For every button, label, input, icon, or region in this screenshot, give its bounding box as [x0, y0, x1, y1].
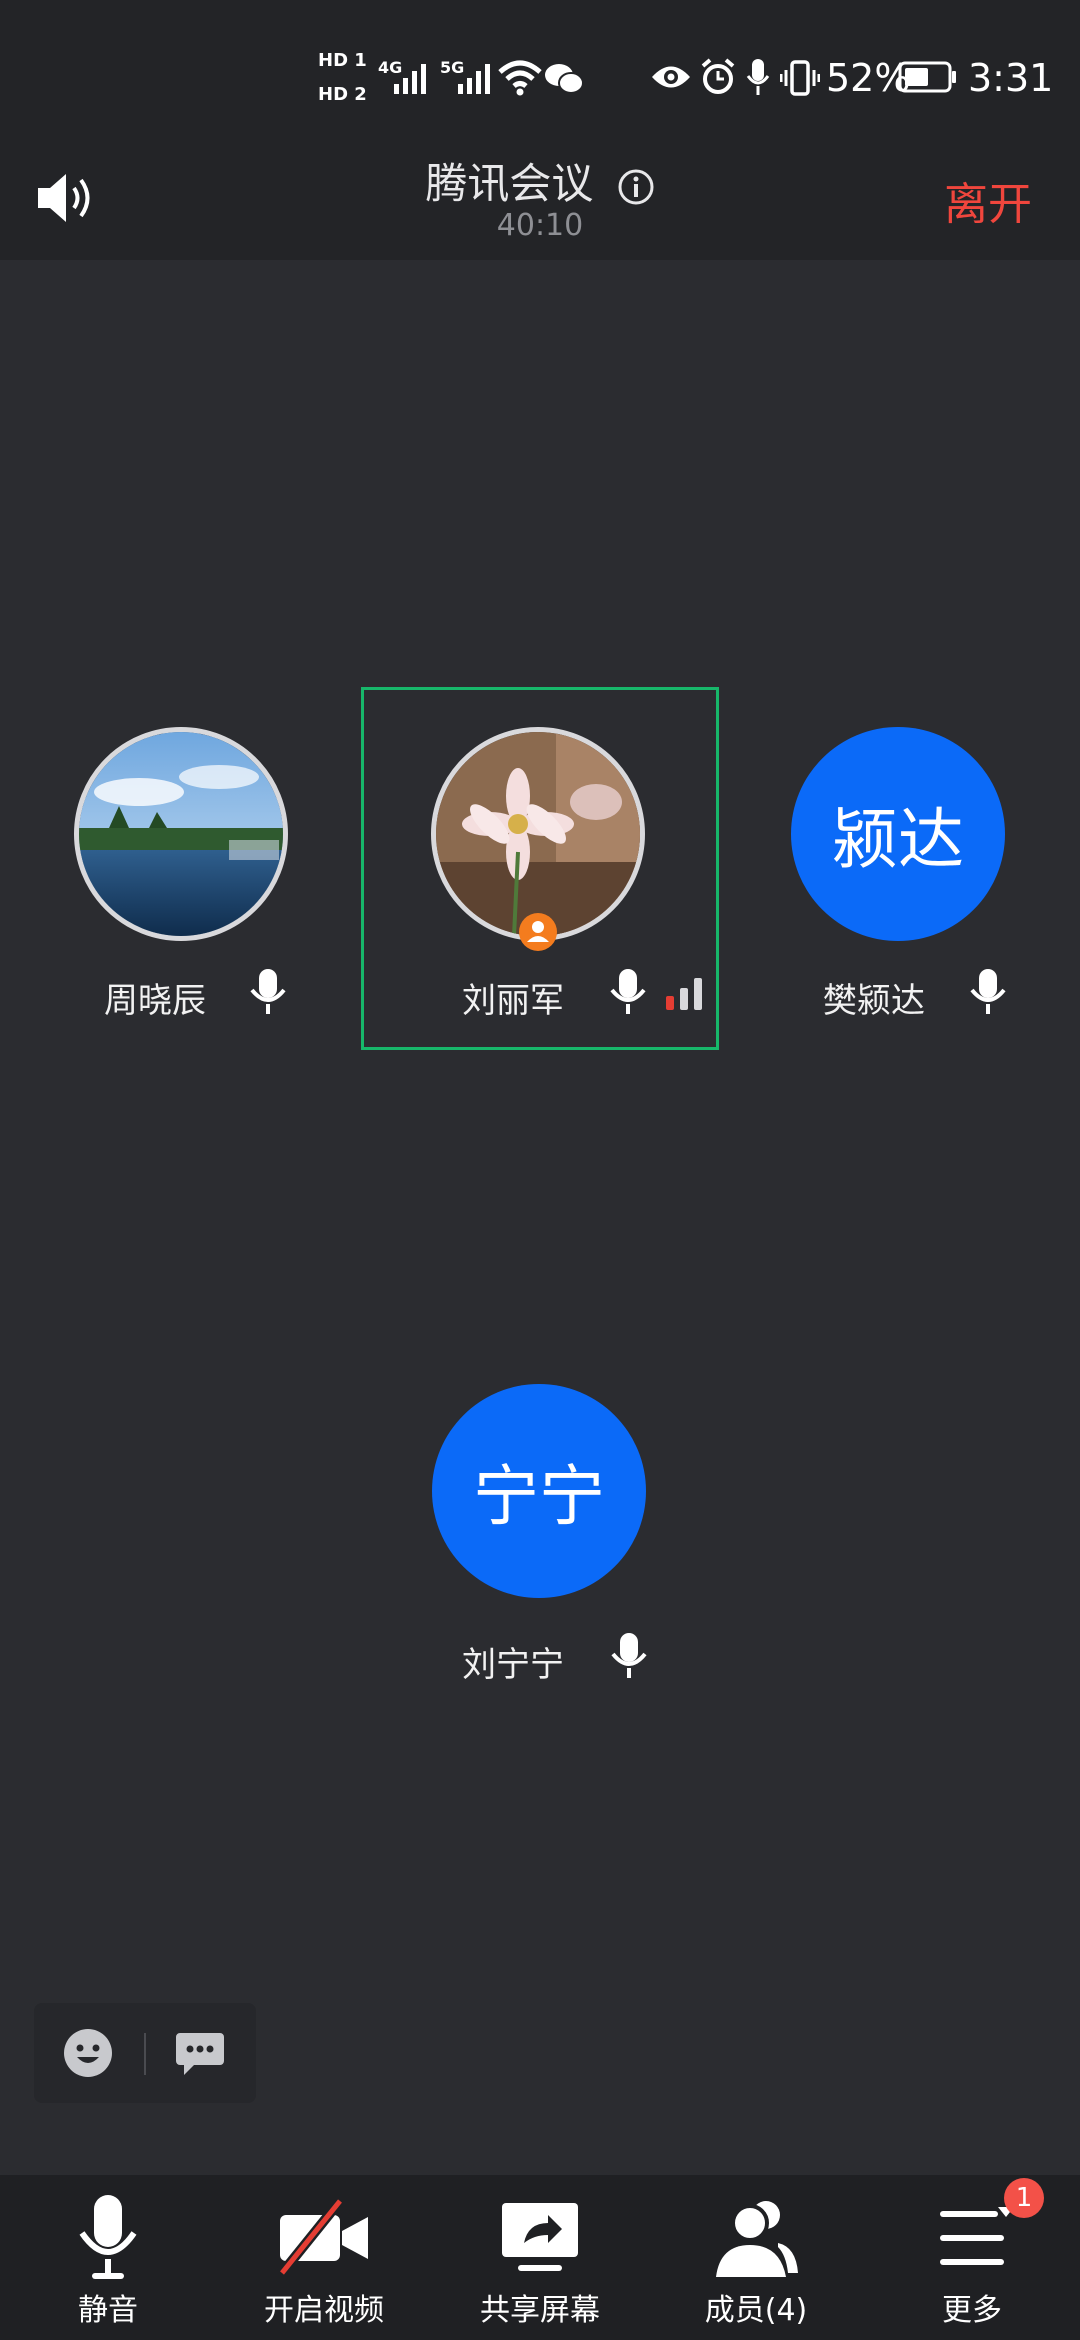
alarm-icon — [701, 58, 735, 94]
participant-avatar[interactable]: 颍达 — [791, 727, 1005, 941]
participant-avatar[interactable] — [74, 727, 288, 941]
battery-icon — [898, 61, 956, 93]
participant-name: 刘丽军 — [462, 981, 564, 1021]
members-icon — [716, 2201, 798, 2277]
sim2-label: HD 2 — [318, 84, 367, 105]
signal2-icon — [458, 64, 490, 94]
network-signal-icon — [666, 978, 702, 1010]
divider — [144, 2033, 146, 2075]
avatar-photo-lake — [79, 732, 283, 936]
mute-label: 静音 — [78, 2293, 138, 2328]
wechat-icon — [545, 64, 584, 94]
members-button[interactable]: 成员(4) — [648, 2175, 864, 2340]
eye-icon — [652, 66, 690, 88]
more-button[interactable]: 更多 — [864, 2175, 1080, 2340]
sim1-label: HD 1 — [318, 50, 367, 71]
start-video-button[interactable]: 开启视频 — [216, 2175, 432, 2340]
meeting-timer: 40:10 — [496, 208, 584, 243]
participant-name: 周晓辰 — [104, 981, 206, 1021]
host-badge-icon — [519, 913, 557, 951]
emoji-icon[interactable] — [62, 2027, 114, 2079]
meeting-header: 腾讯会议 40:10 离开 — [0, 150, 1080, 260]
mic-status-icon — [746, 59, 770, 95]
mic-icon — [611, 1633, 647, 1678]
video-off-icon — [278, 2197, 368, 2277]
more-label: 更多 — [942, 2293, 1002, 2328]
participant-avatar[interactable]: 宁宁 — [432, 1384, 646, 1598]
mic-icon — [250, 969, 286, 1014]
info-icon[interactable] — [617, 168, 655, 206]
leave-button[interactable]: 离开 — [944, 168, 1032, 232]
participant-avatar[interactable] — [431, 727, 645, 941]
avatar-photo-flower — [436, 732, 640, 936]
share-screen-icon — [502, 2203, 578, 2271]
meeting-title: 腾讯会议 — [0, 150, 1080, 211]
notification-badge: 1 — [1004, 2178, 1044, 2218]
wifi-icon — [498, 60, 542, 96]
participant-name: 刘宁宁 — [462, 1645, 564, 1685]
participant-name: 樊颍达 — [823, 981, 925, 1021]
clock: 3:31 — [968, 56, 1054, 100]
signal1-icon — [394, 64, 426, 94]
bottom-toolbar: 静音 开启视频 共享屏幕 成员(4) 更多 — [0, 2175, 1080, 2340]
members-label: 成员(4) — [704, 2293, 808, 2328]
mute-button[interactable]: 静音 — [0, 2175, 216, 2340]
mic-icon — [79, 2195, 137, 2279]
share-screen-button[interactable]: 共享屏幕 — [432, 2175, 648, 2340]
share-screen-label: 共享屏幕 — [480, 2293, 600, 2328]
vibrate-icon — [780, 60, 820, 96]
meeting-title-text: 腾讯会议 — [425, 159, 594, 208]
mic-icon — [970, 969, 1006, 1014]
start-video-label: 开启视频 — [264, 2293, 384, 2328]
status-bar: HD 1 HD 2 4G 5G 52% 3:31 — [0, 0, 1080, 150]
chat-emoji-bar — [34, 2003, 256, 2103]
mic-icon — [610, 969, 646, 1014]
chat-icon[interactable] — [174, 2027, 226, 2079]
